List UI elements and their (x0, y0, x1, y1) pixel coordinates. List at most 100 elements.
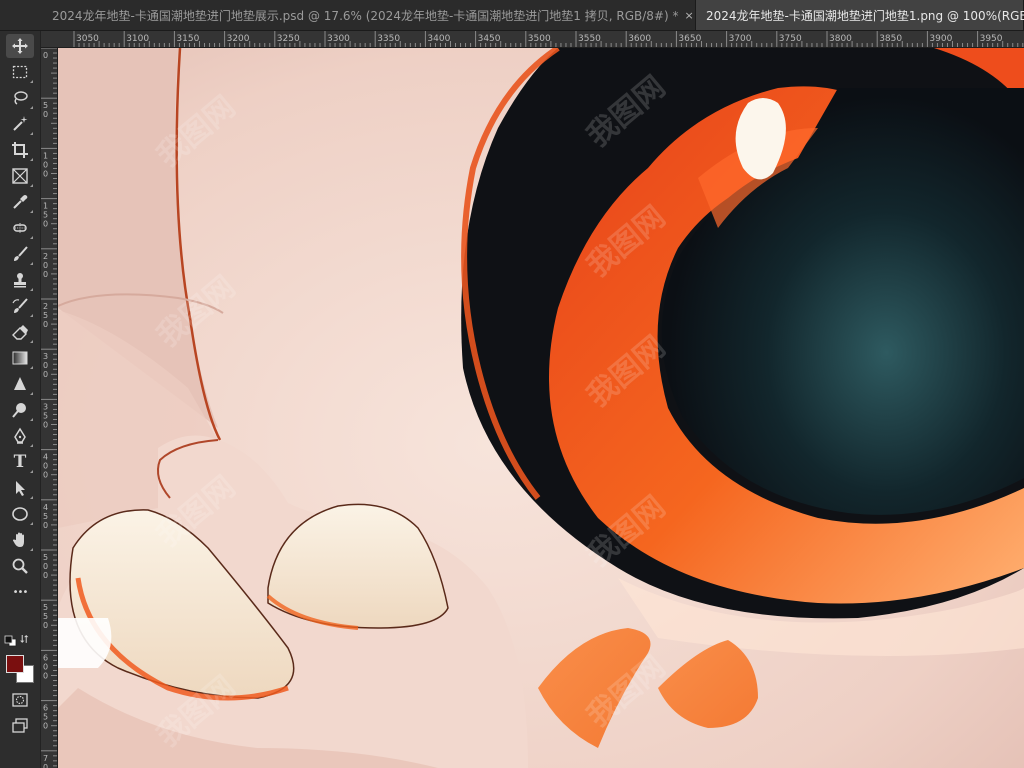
close-icon[interactable]: × (684, 9, 693, 22)
ruler-label: 3050 (76, 34, 99, 44)
ruler-label: 5 (43, 101, 48, 110)
horizontal-ruler[interactable]: 3050 3100 3150 3200 3250 3300 3350 3400 3450 3500… (58, 31, 1024, 48)
ruler-label: 0 (43, 662, 48, 671)
ruler-label: 3150 (176, 34, 199, 44)
ruler-label: 0 (43, 169, 48, 178)
ruler-label: 0 (43, 621, 48, 630)
history-brush-icon (12, 298, 28, 313)
ellipse-tool[interactable] (6, 502, 34, 526)
tab-title: 2024龙年地垫-卡通国潮地垫进门地垫1.png @ 100%(RGB/ (706, 8, 1024, 23)
ruler-label: 0 (43, 370, 48, 379)
pen-tool[interactable] (6, 424, 34, 448)
ruler-label: 5 (43, 553, 48, 562)
ruler-label: 3300 (327, 34, 350, 44)
ruler-label: 3 (43, 352, 48, 361)
tab-title: 2024龙年地垫-卡通国潮地垫进门地垫展示.psd @ 17.6% (2024龙… (52, 8, 679, 23)
document-tab-bar: 2024龙年地垫-卡通国潮地垫进门地垫展示.psd @ 17.6% (2024龙… (0, 0, 1024, 31)
frame-tool[interactable] (6, 164, 34, 188)
magic-wand-icon (13, 116, 28, 131)
ruler-label: 0 (43, 671, 48, 680)
ruler-label: 3250 (277, 34, 300, 44)
quick-mask-button[interactable] (6, 688, 34, 712)
eyedropper-icon (13, 195, 28, 209)
ruler-origin[interactable] (41, 31, 59, 48)
ruler-label: 3550 (578, 34, 601, 44)
healing-brush-tool[interactable] (6, 216, 34, 240)
ruler-label: 2 (43, 252, 48, 261)
ruler-ticks: 3050 3100 3150 3200 3250 3300 3350 3400 3450 3500… (73, 31, 1024, 47)
lasso-icon (14, 91, 28, 105)
ruler-label: 3500 (528, 34, 551, 44)
eyedropper-tool[interactable] (6, 190, 34, 214)
type-tool[interactable]: T (6, 450, 34, 474)
ruler-label: 3650 (678, 34, 701, 44)
rect-marquee-icon (12, 65, 28, 79)
brush-tool[interactable] (6, 242, 34, 266)
ruler-label: 3700 (729, 34, 752, 44)
magic-wand-tool[interactable] (6, 112, 34, 136)
zoom-tool[interactable] (6, 554, 34, 578)
ruler-ticks: 0501001502002503003504004505005506006507… (41, 48, 57, 768)
tab-document-2[interactable]: 2024龙年地垫-卡通国潮地垫进门地垫1.png @ 100%(RGB/ (696, 0, 1024, 30)
more-tools[interactable]: ••• (6, 580, 34, 604)
stamp-icon (14, 273, 26, 288)
ruler-label: 3200 (227, 34, 250, 44)
swap-colors-icon[interactable]: ⮃ (20, 633, 29, 647)
zoom-icon (12, 558, 28, 574)
tools-panel: T ••• ⮃ (0, 31, 41, 768)
ruler-label: 6 (43, 704, 48, 713)
vertical-ruler[interactable]: 0501001502002503003504004505005506006507… (41, 48, 58, 768)
ruler-label: 5 (43, 311, 48, 320)
ruler-label: 5 (43, 411, 48, 420)
ruler-label: 1 (43, 202, 48, 211)
hand-tool[interactable] (6, 528, 34, 552)
ruler-label: 3950 (980, 34, 1003, 44)
ruler-label: 3850 (879, 34, 902, 44)
hand-icon (12, 532, 24, 547)
ruler-label: 0 (43, 110, 48, 119)
ruler-label: 0 (43, 160, 48, 169)
ruler-label: 5 (43, 603, 48, 612)
ruler-label: 0 (43, 462, 48, 471)
ruler-label: 0 (43, 361, 48, 370)
ellipsis-icon: ••• (12, 586, 29, 598)
ruler-label: 3350 (377, 34, 400, 44)
ruler-label: 0 (43, 521, 48, 530)
blur-tool[interactable] (6, 372, 34, 396)
ruler-label: 6 (43, 653, 48, 662)
default-colors-icon[interactable] (4, 635, 18, 647)
ruler-label: 0 (43, 261, 48, 270)
ruler-label: 3800 (829, 34, 852, 44)
screen-mode-button[interactable] (6, 714, 34, 738)
dodge-icon (12, 403, 26, 418)
marquee-tool[interactable] (6, 60, 34, 84)
ruler-label: 0 (43, 320, 48, 329)
healing-icon (13, 223, 27, 233)
eraser-tool[interactable] (6, 320, 34, 344)
ruler-label: 3 (43, 402, 48, 411)
dodge-tool[interactable] (6, 398, 34, 422)
path-selection-tool[interactable] (6, 476, 34, 500)
ruler-label: 3400 (427, 34, 450, 44)
gradient-tool[interactable] (6, 346, 34, 370)
type-icon: T (13, 452, 27, 472)
ruler-label: 0 (43, 722, 48, 731)
ruler-label: 4 (43, 453, 48, 462)
frame-icon (12, 168, 28, 184)
ruler-label: 0 (43, 420, 48, 429)
eraser-icon (12, 325, 28, 340)
crop-icon (12, 142, 28, 158)
tab-document-1[interactable]: 2024龙年地垫-卡通国潮地垫进门地垫展示.psd @ 17.6% (2024龙… (0, 0, 696, 30)
ruler-label: 0 (43, 763, 48, 768)
move-tool[interactable] (6, 34, 34, 58)
foreground-color-swatch[interactable] (6, 655, 24, 673)
ruler-label: 3600 (628, 34, 651, 44)
history-brush-tool[interactable] (6, 294, 34, 318)
pen-icon (14, 427, 26, 444)
ruler-label: 3450 (478, 34, 501, 44)
lasso-tool[interactable] (6, 86, 34, 110)
document-canvas[interactable]: 我图网 我图网 我图网 我图网 我图网 我图网 我图网 我图网 我图网 (58, 48, 1024, 768)
crop-tool[interactable] (6, 138, 34, 162)
ruler-label: 5 (43, 512, 48, 521)
clone-stamp-tool[interactable] (6, 268, 34, 292)
